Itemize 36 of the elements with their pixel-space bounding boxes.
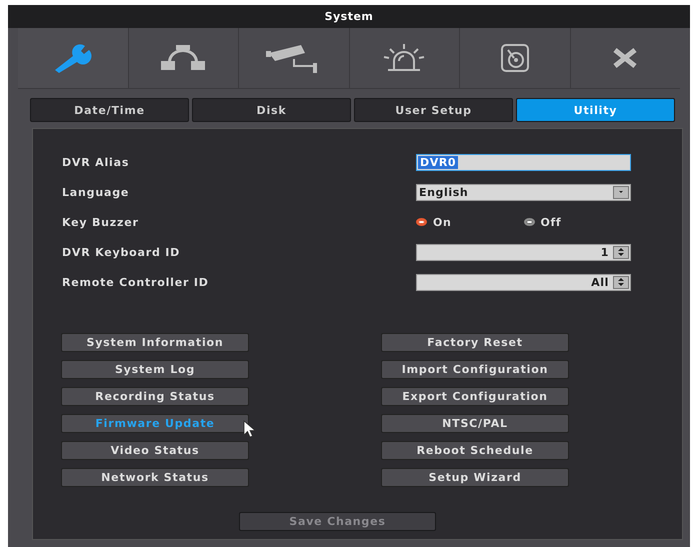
text-field[interactable]: DVR0 [416,154,631,170]
utility-button[interactable]: Factory Reset [381,333,569,352]
mouse-pointer-icon [243,420,257,438]
utility-button[interactable]: Recording Status [61,387,249,406]
dropdown-field[interactable]: English [416,184,631,200]
utility-button[interactable]: Export Configuration [381,387,569,406]
utility-button[interactable]: Reboot Schedule [381,441,569,460]
utility-button[interactable]: System Log [61,360,249,379]
radio-button[interactable] [524,218,534,226]
utility-button[interactable]: System Information [61,333,249,352]
radio-label: On [433,216,452,228]
setting-label: DVR Alias [62,156,130,168]
utility-button[interactable]: NTSC/PAL [381,414,569,433]
spinner-field[interactable]: 1 [416,244,631,260]
spinner-field[interactable]: All [416,274,631,290]
utility-button[interactable]: Video Status [61,441,249,460]
spinner-arrows-icon[interactable] [613,246,629,258]
tab[interactable]: Disk [192,98,351,122]
setting-label: Key Buzzer [62,216,140,228]
network-icon [160,44,206,72]
alarm-light-icon [382,43,426,73]
toolbar-button[interactable] [18,28,128,88]
tab[interactable]: Date/Time [30,98,189,122]
window-title: System [8,5,690,28]
tab[interactable]: Utility [516,98,675,122]
radio-button[interactable] [416,218,427,226]
setting-label: Language [62,186,130,198]
utility-button[interactable]: Import Configuration [381,360,569,379]
utility-button[interactable]: Setup Wizard [381,468,569,487]
utility-button[interactable]: Network Status [61,468,249,487]
tab[interactable]: User Setup [354,98,513,122]
spinner-arrows-icon[interactable] [613,276,629,288]
radio-label: Off [540,216,562,228]
setting-label: Remote Controller ID [62,276,210,288]
close-icon [612,47,638,69]
setting-label: DVR Keyboard ID [62,246,182,258]
